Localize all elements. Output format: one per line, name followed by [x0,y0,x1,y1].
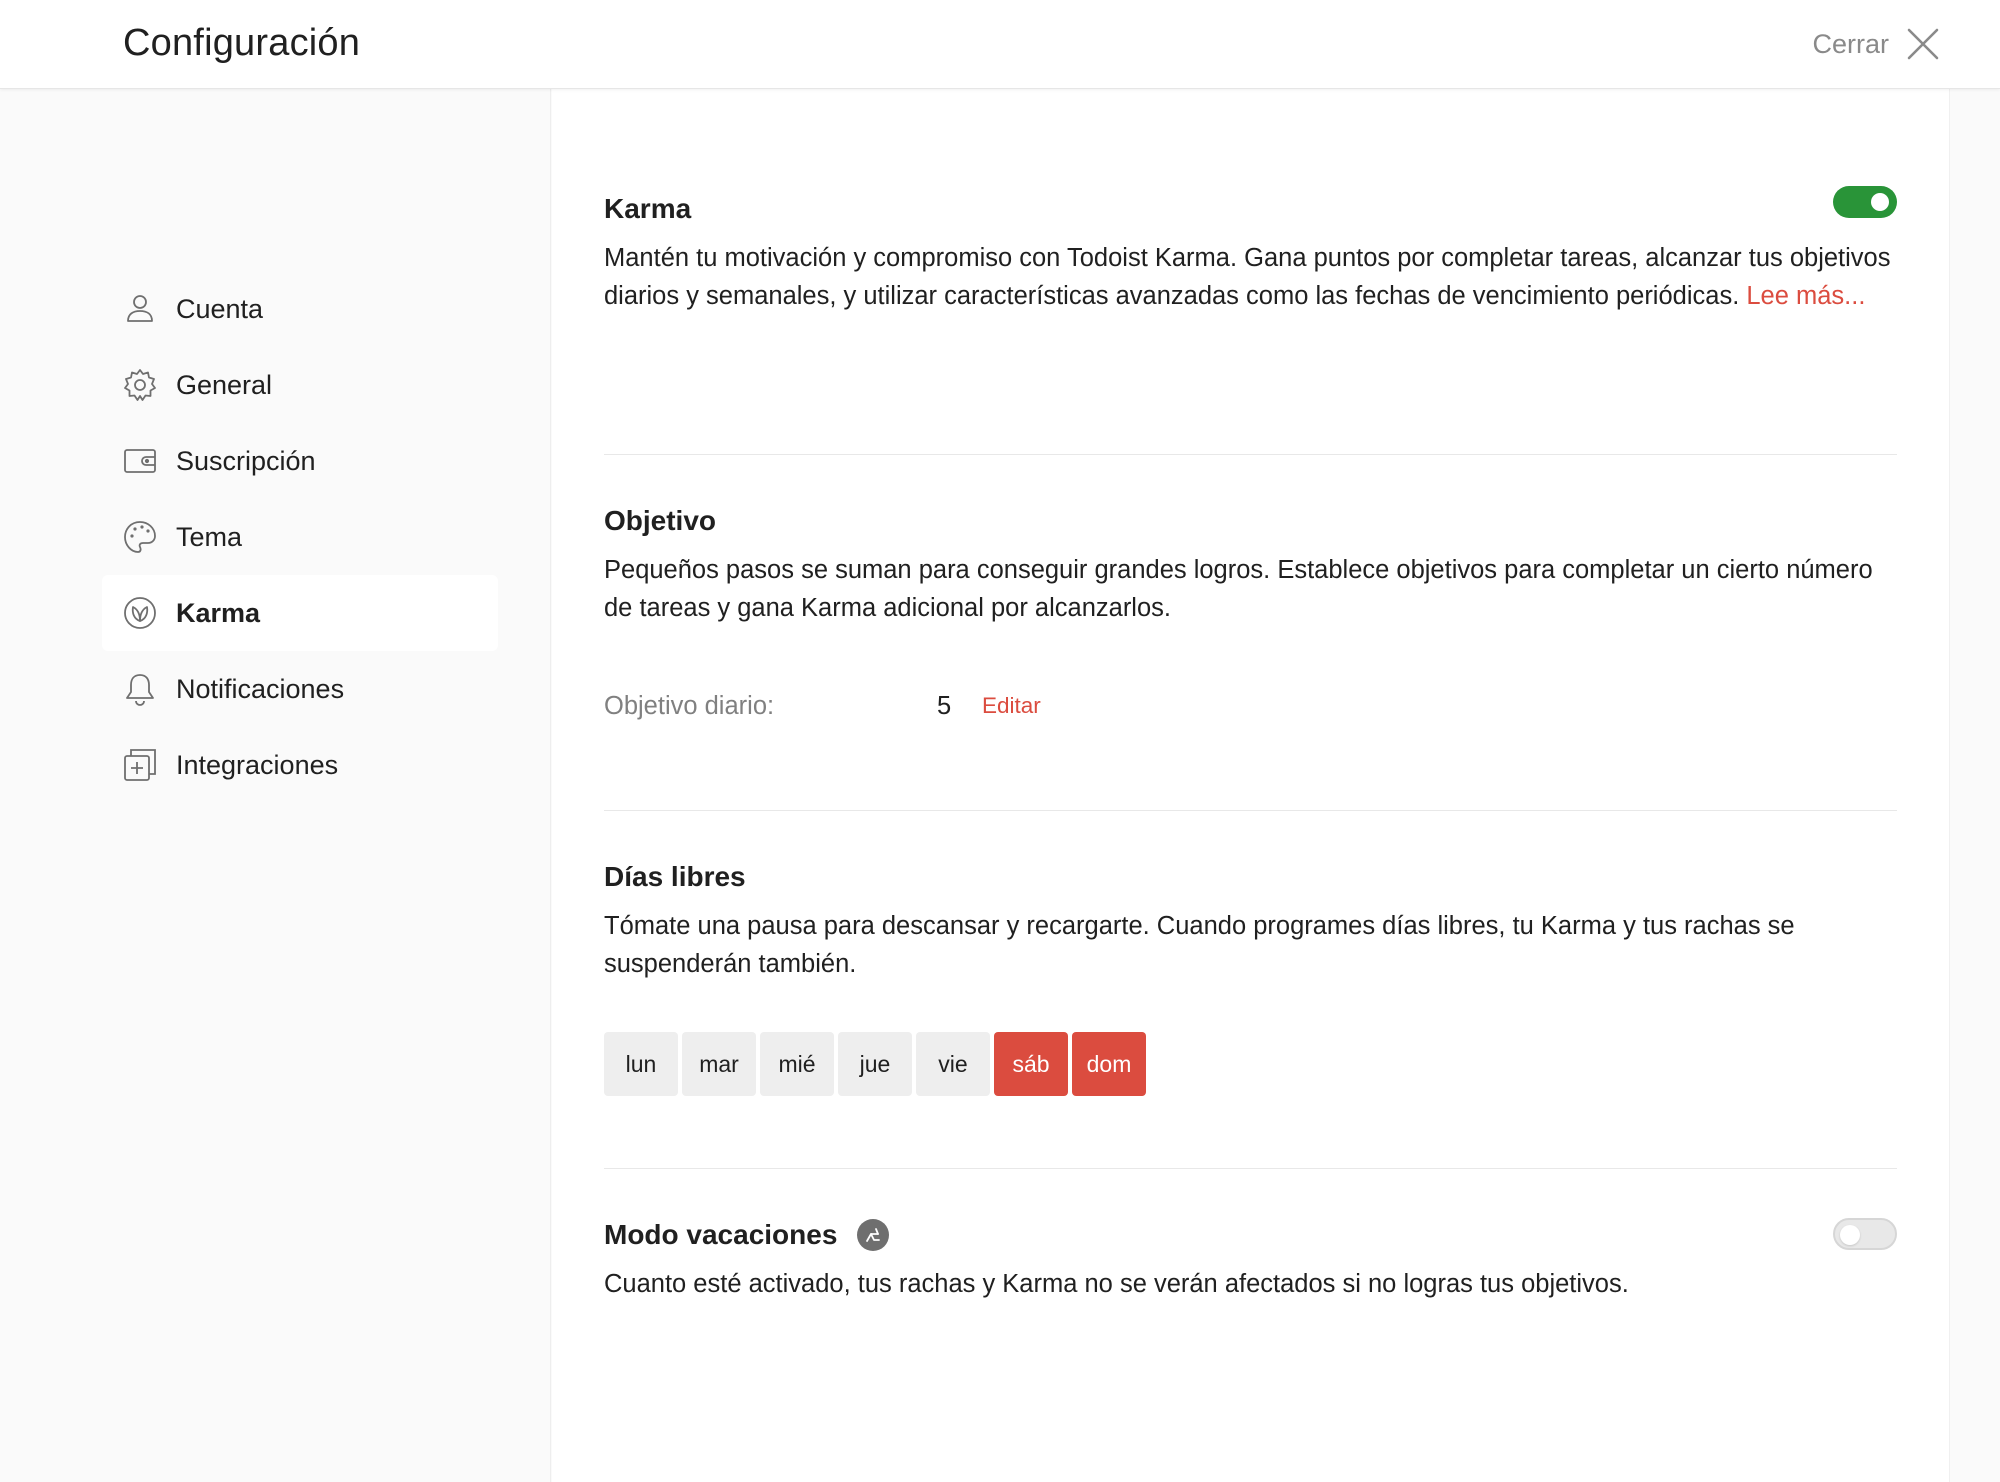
vacation-section: Modo vacaciones Cuanto esté activado, tu… [604,1218,1897,1303]
day-button-jue[interactable]: jue [838,1032,912,1096]
palette-icon [122,519,158,555]
page-title: Configuración [123,22,361,64]
gear-icon [122,367,158,403]
sidebar-item-label: Integraciones [176,749,339,780]
read-more-link[interactable]: Lee más... [1746,282,1865,310]
header: Configuración Cerrar [0,0,2000,89]
sidebar-item-label: General [176,369,273,400]
karma-title: Karma [604,193,692,224]
integrations-icon [122,747,158,783]
sidebar-item-label: Karma [176,597,261,628]
days-off-description: Tómate una pausa para descansar y recarg… [604,912,1795,978]
beach-chair-icon [857,1219,890,1251]
vacation-toggle[interactable] [1833,1218,1897,1250]
divider [604,810,1897,811]
karma-section: Karma Mantén tu motivación y compromiso … [604,186,1897,315]
day-button-sab[interactable]: sáb [994,1032,1068,1096]
wallet-icon [122,443,158,479]
sidebar-item-label: Cuenta [176,293,264,324]
karma-toggle[interactable] [1833,186,1897,218]
karma-description-text: Mantén tu motivación y compromiso con To… [604,244,1891,310]
user-icon [122,291,158,327]
divider [604,454,1897,455]
settings-content: Karma Mantén tu motivación y compromiso … [552,89,1949,1482]
bell-icon [122,671,158,707]
sidebar-item-label: Suscripción [176,445,316,476]
day-button-dom[interactable]: dom [1072,1032,1146,1096]
sidebar-item-integraciones[interactable]: Integraciones [102,727,498,803]
sidebar-item-label: Tema [176,521,243,552]
karma-icon [122,595,158,631]
vacation-title-row: Modo vacaciones [604,1219,1897,1251]
divider [604,1168,1897,1169]
vacation-description: Cuanto esté activado, tus rachas y Karma… [604,1270,1629,1298]
day-button-vie[interactable]: vie [916,1032,990,1096]
close-button[interactable]: Cerrar [1812,20,1943,68]
sidebar-item-karma[interactable]: Karma [102,575,498,651]
sidebar-nav: Cuenta General Suscripción Tema Karma No… [102,271,498,803]
edit-goal-link[interactable]: Editar [982,693,1041,719]
daily-goal-label: Objetivo diario: [604,691,775,720]
sidebar-item-tema[interactable]: Tema [102,499,498,575]
sidebar-item-label: Notificaciones [176,673,345,704]
sidebar-item-notificaciones[interactable]: Notificaciones [102,651,498,727]
vacation-title: Modo vacaciones [604,1219,838,1250]
goal-title: Objetivo [604,505,717,536]
days-off-section: Días libres Tómate una pausa para descan… [604,861,1897,983]
goal-description: Pequeños pasos se suman para conseguir g… [604,556,1873,622]
sidebar-item-general[interactable]: General [102,347,498,423]
sidebar-item-cuenta[interactable]: Cuenta [102,271,498,347]
days-off-title: Días libres [604,861,746,892]
toggle-knob [1840,1225,1860,1245]
daily-goal-row: Objetivo diario: 5 Editar [604,686,1041,726]
sidebar-item-suscripcion[interactable]: Suscripción [102,423,498,499]
day-button-mie[interactable]: mié [760,1032,834,1096]
days-off-selector: lun mar mié jue vie sáb dom [604,1032,1146,1096]
karma-description: Mantén tu motivación y compromiso con To… [604,239,1897,315]
sidebar: Cuenta General Suscripción Tema Karma No… [0,89,551,1482]
close-icon [1907,28,1939,60]
close-label: Cerrar [1812,28,1889,59]
daily-goal-value: 5 [937,691,952,720]
toggle-knob [1871,193,1889,211]
right-gutter [1949,89,2000,1482]
day-button-lun[interactable]: lun [604,1032,678,1096]
day-button-mar[interactable]: mar [682,1032,756,1096]
goal-section: Objetivo Pequeños pasos se suman para co… [604,505,1897,627]
